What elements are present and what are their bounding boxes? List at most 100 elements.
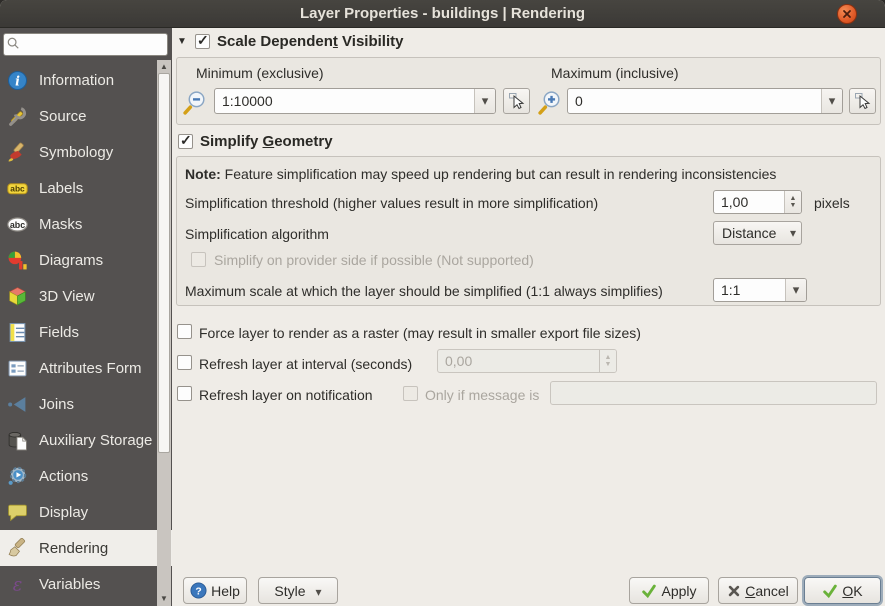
information-icon: i <box>7 70 28 90</box>
ok-button[interactable]: OK <box>804 577 881 604</box>
notification-message-input <box>550 381 877 405</box>
display-icon <box>8 504 27 521</box>
layer-properties-dialog: Layer Properties - buildings | Rendering… <box>0 0 885 606</box>
sidebar-item-label: 3D View <box>39 287 95 305</box>
max-simplify-scale-combobox[interactable]: 1:1 <box>713 278 807 302</box>
maximum-label: Maximum (inclusive) <box>551 65 679 81</box>
sidebar-item-information[interactable]: i Information <box>0 62 172 98</box>
sidebar-item-label: Display <box>39 503 89 521</box>
sidebar-item-label: Fields <box>39 323 80 341</box>
cancel-button[interactable]: Cancel <box>718 577 798 604</box>
sidebar-item-label: Actions <box>39 467 89 485</box>
svg-text:i: i <box>15 73 20 88</box>
set-minimum-from-canvas-button[interactable] <box>503 88 530 114</box>
joins-icon <box>8 396 26 412</box>
auxiliary-storage-icon <box>8 431 27 450</box>
scrollbar-up-icon[interactable] <box>157 60 171 72</box>
sidebar-item-fields[interactable]: Fields <box>0 314 172 350</box>
refresh-interval-spinbox: 0,00 ▲ ▼ <box>437 349 617 373</box>
rendering-icon <box>8 537 26 556</box>
attributes-form-icon <box>8 360 27 376</box>
apply-button[interactable]: Apply <box>629 577 709 604</box>
sidebar-item-joins[interactable]: Joins <box>0 386 172 422</box>
refresh-notification-checkbox[interactable] <box>177 386 192 401</box>
simplify-geometry-groupbox: Note: Feature simplification may speed u… <box>176 156 881 306</box>
dropdown-arrow-icon[interactable] <box>785 279 806 301</box>
sidebar-item-3d-view[interactable]: 3D View <box>0 278 172 314</box>
actions-icon <box>8 466 27 485</box>
sidebar-item-actions[interactable]: Actions <box>0 458 172 494</box>
maximum-scale-combobox[interactable]: 0 <box>567 88 843 114</box>
style-button[interactable]: Style <box>258 577 338 604</box>
max-simplify-scale-value: 1:1 <box>721 282 741 298</box>
threshold-value: 1,00 <box>721 194 749 210</box>
help-button[interactable]: ? Help <box>183 577 247 604</box>
refresh-interval-value: 0,00 <box>445 353 473 369</box>
zoom-out-icon <box>183 91 205 115</box>
scrollbar-thumb[interactable] <box>158 73 170 453</box>
sidebar-scrollbar[interactable] <box>157 60 171 606</box>
simplify-geometry-title: Simplify Geometry <box>200 133 333 150</box>
sidebar-item-display[interactable]: Display <box>0 494 172 530</box>
threshold-label: Simplification threshold (higher values … <box>185 195 599 211</box>
sidebar-item-symbology[interactable]: Symbology <box>0 134 172 170</box>
title-bar[interactable]: Layer Properties - buildings | Rendering <box>0 0 885 28</box>
sidebar-item-source[interactable]: Source <box>0 98 172 134</box>
minimum-label: Minimum (exclusive) <box>196 65 324 81</box>
set-maximum-from-canvas-button[interactable] <box>849 88 876 114</box>
algorithm-combobox[interactable]: Distance <box>713 221 802 245</box>
scale-visibility-groupbox: Minimum (exclusive) Maximum (inclusive) … <box>176 57 881 125</box>
scrollbar-down-icon[interactable] <box>157 592 171 604</box>
sidebar-item-label: Auxiliary Storage <box>39 431 153 449</box>
x-icon <box>728 585 740 596</box>
map-cursor-icon <box>854 93 870 110</box>
force-raster-checkbox[interactable] <box>177 324 192 339</box>
sidebar-item-label: Symbology <box>39 143 114 161</box>
sidebar-item-label: Diagrams <box>39 251 104 269</box>
search-input[interactable] <box>3 33 168 56</box>
collapse-triangle-icon[interactable] <box>176 36 188 47</box>
minimum-scale-value: 1:10000 <box>222 93 273 109</box>
close-icon <box>843 10 851 18</box>
help-icon: ? <box>190 582 207 599</box>
sidebar-item-rendering[interactable]: Rendering <box>0 530 172 566</box>
dropdown-arrow-icon <box>785 226 801 240</box>
sidebar-item-auxiliary-storage[interactable]: Auxiliary Storage <box>0 422 172 458</box>
force-raster-label: Force layer to render as a raster (may r… <box>199 325 641 341</box>
dropdown-arrow-icon[interactable] <box>474 89 495 113</box>
sidebar-item-variables[interactable]: ε Variables <box>0 566 172 602</box>
simplify-note: Note: Feature simplification may speed u… <box>185 166 777 182</box>
simplify-geometry-checkbox[interactable] <box>178 132 193 149</box>
dropdown-arrow-icon <box>316 583 322 599</box>
threshold-spinbox[interactable]: 1,00 ▲ ▼ <box>713 190 802 214</box>
refresh-interval-checkbox[interactable] <box>177 355 192 370</box>
svg-text:abc: abc <box>10 183 25 193</box>
diagrams-icon <box>8 251 27 269</box>
check-icon <box>823 584 838 598</box>
sidebar-item-labels[interactable]: abc Labels <box>0 170 172 206</box>
scale-visibility-title: Scale Dependent Visibility <box>217 33 404 50</box>
simplify-geometry-header: Simplify Geometry <box>178 132 333 150</box>
svg-text:?: ? <box>195 586 201 597</box>
sidebar-item-label: Variables <box>39 575 101 593</box>
spinbox-arrows-icon[interactable]: ▲ ▼ <box>784 191 801 213</box>
sidebar-item-label: Attributes Form <box>39 359 142 377</box>
sidebar-item-label: Joins <box>39 395 75 413</box>
algorithm-label: Simplification algorithm <box>185 226 329 242</box>
sidebar-item-diagrams[interactable]: Diagrams <box>0 242 172 278</box>
maximum-scale-value: 0 <box>575 93 583 109</box>
fields-icon <box>9 322 26 342</box>
max-simplify-scale-label: Maximum scale at which the layer should … <box>185 283 663 299</box>
sidebar-item-label: Masks <box>39 215 83 233</box>
spinbox-arrows-icon: ▲ ▼ <box>599 350 616 372</box>
algorithm-value: Distance <box>722 225 777 241</box>
refresh-notification-label: Refresh layer on notification <box>199 387 373 403</box>
minimum-scale-combobox[interactable]: 1:10000 <box>214 88 496 114</box>
scale-visibility-checkbox[interactable] <box>195 32 210 49</box>
close-button[interactable] <box>837 4 857 24</box>
map-cursor-icon <box>508 93 524 110</box>
sidebar-item-masks[interactable]: abc Masks <box>0 206 172 242</box>
sidebar-item-attributes-form[interactable]: Attributes Form <box>0 350 172 386</box>
dropdown-arrow-icon[interactable] <box>821 89 842 113</box>
scale-visibility-header: Scale Dependent Visibility <box>176 32 404 50</box>
